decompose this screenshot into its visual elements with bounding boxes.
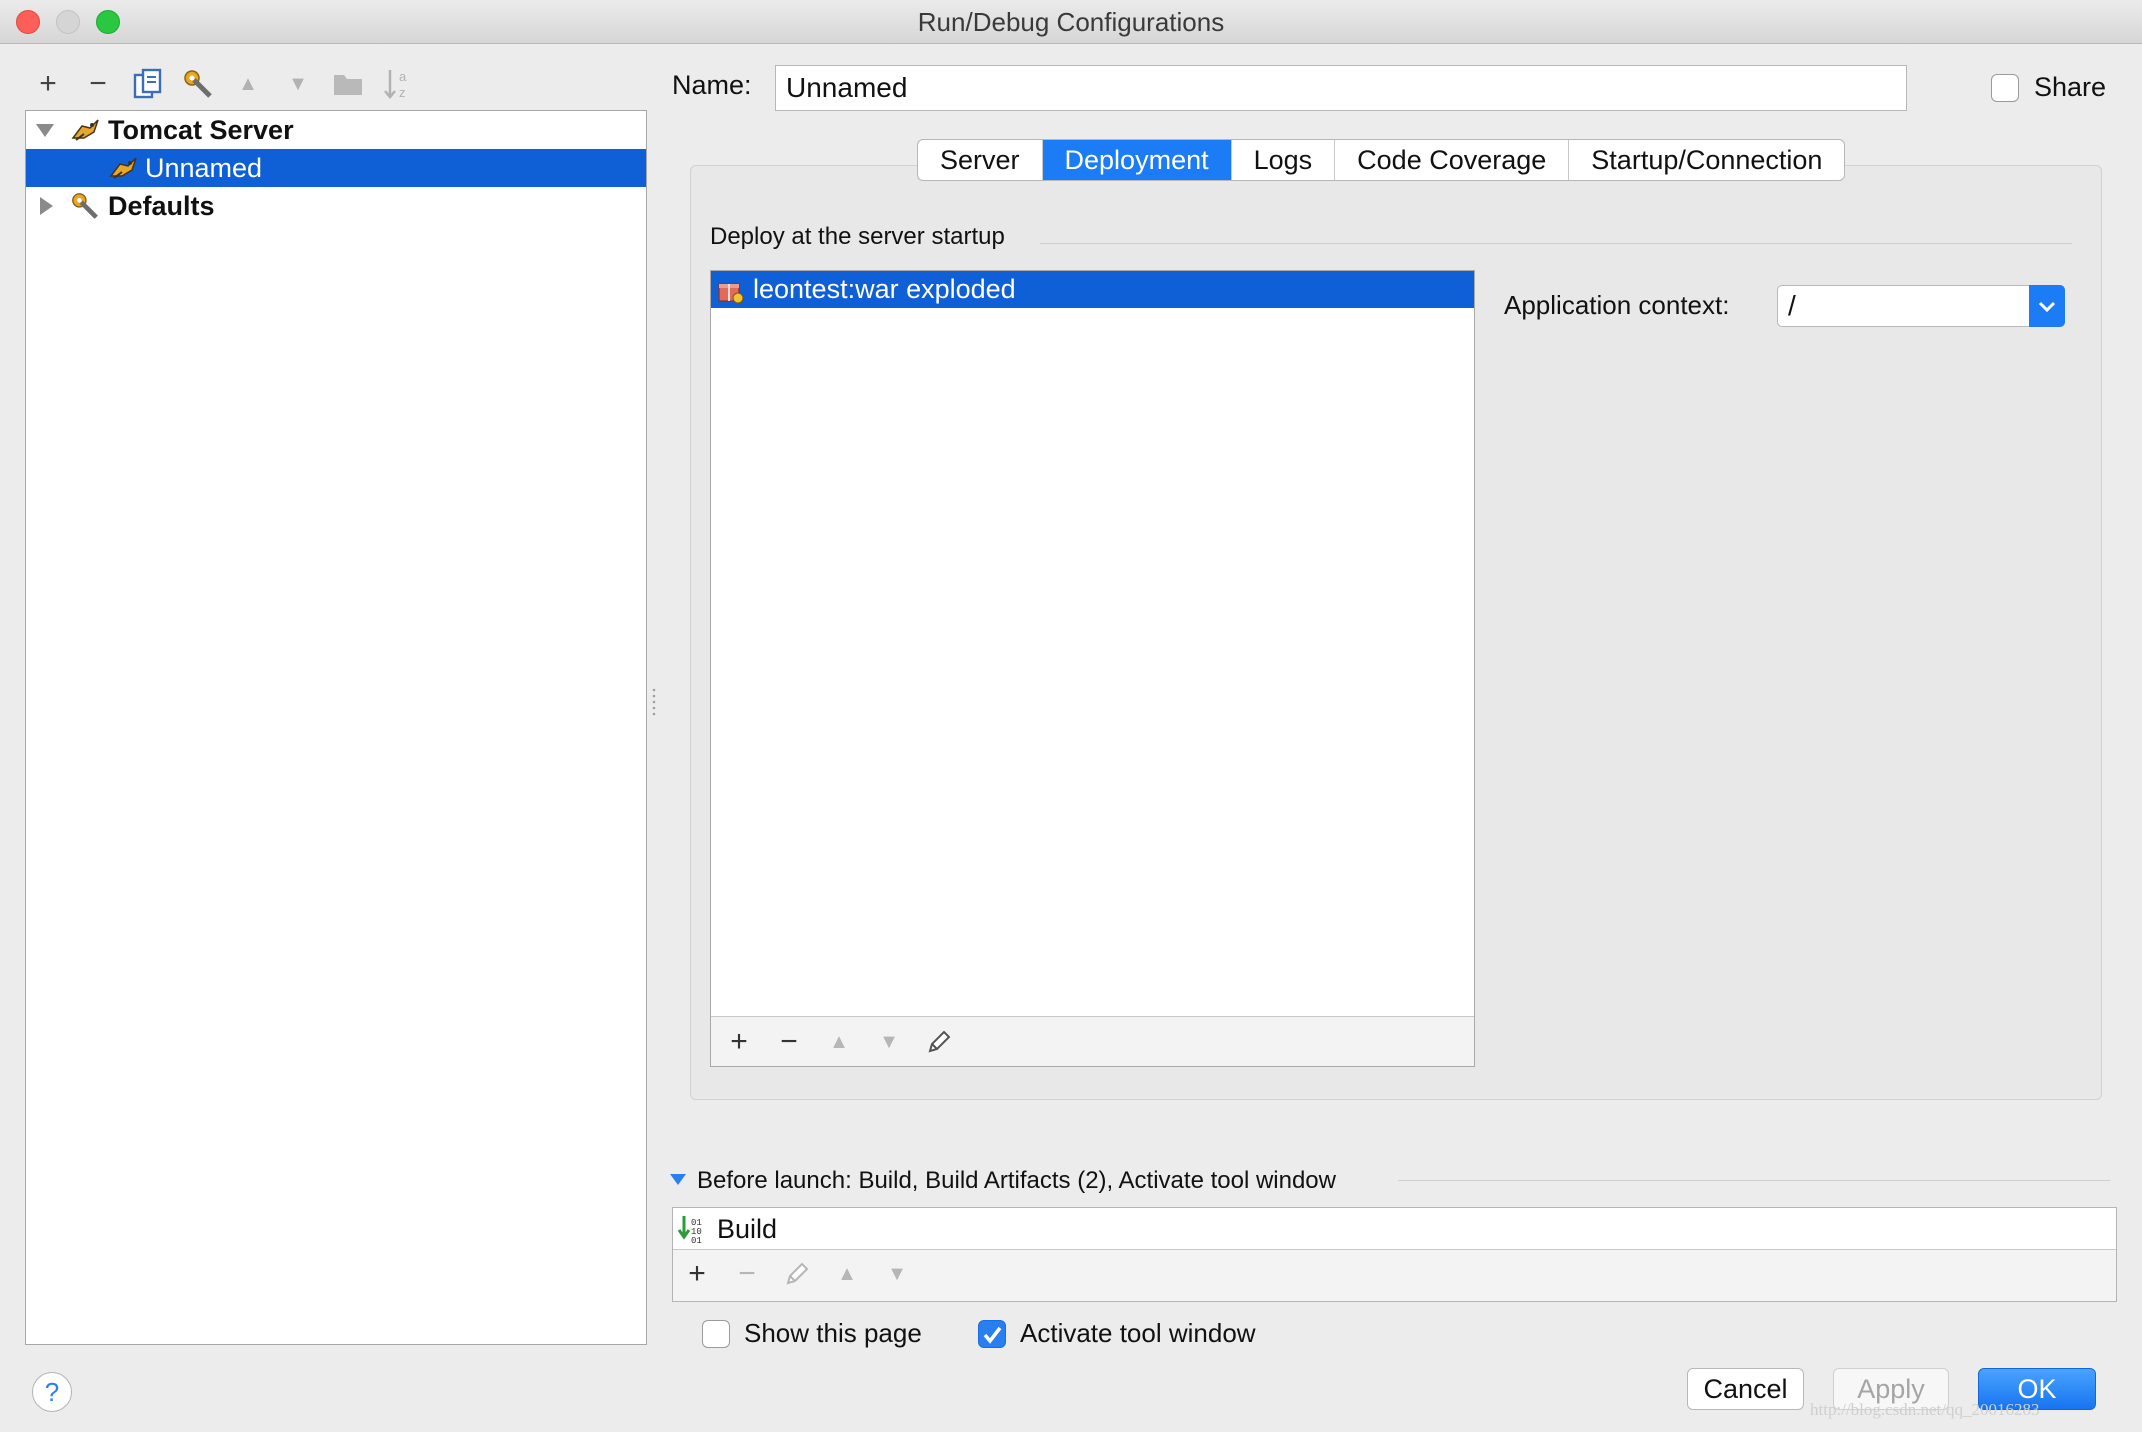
- remove-task-button[interactable]: −: [727, 1254, 767, 1294]
- section-divider: [1398, 1180, 2110, 1181]
- pencil-icon: [786, 1262, 809, 1285]
- arrow-up-icon: ▲: [829, 1030, 849, 1053]
- sort-button[interactable]: az: [378, 64, 418, 104]
- svg-text:01: 01: [691, 1236, 702, 1244]
- tab-deployment[interactable]: Deployment: [1042, 140, 1232, 180]
- tab-code-coverage[interactable]: Code Coverage: [1335, 140, 1570, 180]
- minus-icon: −: [738, 1257, 756, 1290]
- tree-item-defaults[interactable]: Defaults: [26, 187, 646, 225]
- before-launch-label: Before launch: Build, Build Artifacts (2…: [697, 1167, 1336, 1194]
- tree-item-label: Defaults: [108, 191, 215, 221]
- chevron-down-icon: [2038, 301, 2056, 313]
- svg-text:z: z: [399, 85, 406, 100]
- splitter-handle[interactable]: [650, 686, 658, 716]
- list-item[interactable]: 01 10 01 Build: [673, 1208, 2116, 1250]
- pencil-icon: [928, 1030, 951, 1053]
- edit-task-button[interactable]: [777, 1254, 817, 1294]
- edit-deployment-button[interactable]: [919, 1022, 959, 1062]
- tree-item-tomcat-server[interactable]: Tomcat Server: [26, 111, 646, 149]
- tomcat-icon: [108, 153, 138, 183]
- arrow-up-icon: ▲: [837, 1262, 857, 1285]
- application-context-label: Application context:: [1504, 290, 1730, 320]
- add-task-button[interactable]: +: [677, 1254, 717, 1294]
- minus-icon: −: [89, 67, 107, 100]
- minus-icon: −: [780, 1025, 798, 1058]
- svg-text:a: a: [399, 69, 407, 84]
- before-launch-collapse-icon[interactable]: [670, 1174, 686, 1185]
- tab-logs[interactable]: Logs: [1232, 140, 1336, 180]
- help-button[interactable]: ?: [32, 1372, 72, 1412]
- cancel-button[interactable]: Cancel: [1687, 1368, 1804, 1410]
- watermark: http://blog.csdn.net/qq_20016283: [1810, 1400, 2040, 1419]
- arrow-up-icon: ▲: [238, 72, 258, 95]
- show-this-page-label: Show this page: [744, 1318, 922, 1348]
- move-down-task-button[interactable]: ▼: [877, 1254, 917, 1294]
- list-item[interactable]: leontest:war exploded: [711, 271, 1474, 308]
- move-up-task-button[interactable]: ▲: [827, 1254, 867, 1294]
- copy-configuration-button[interactable]: [128, 64, 168, 104]
- tree-item-unnamed[interactable]: Unnamed: [26, 149, 646, 187]
- add-deployment-button[interactable]: +: [719, 1022, 759, 1062]
- artifact-icon: [715, 275, 745, 305]
- move-up-deployment-button[interactable]: ▲: [819, 1022, 859, 1062]
- move-down-button[interactable]: ▼: [278, 64, 318, 104]
- show-this-page-checkbox[interactable]: [702, 1320, 730, 1348]
- move-down-deployment-button[interactable]: ▼: [869, 1022, 909, 1062]
- tree-item-label: Unnamed: [145, 153, 263, 183]
- move-up-button[interactable]: ▲: [228, 64, 268, 104]
- arrow-down-icon: ▼: [879, 1030, 899, 1053]
- arrow-down-icon: ▼: [288, 72, 308, 95]
- folder-button[interactable]: [328, 64, 368, 104]
- activate-tool-window-label: Activate tool window: [1020, 1318, 1256, 1348]
- copy-icon: [133, 68, 162, 99]
- add-configuration-button[interactable]: +: [28, 64, 68, 104]
- title-bar: Run/Debug Configurations: [0, 0, 2142, 44]
- window-title: Run/Debug Configurations: [917, 7, 1225, 37]
- remove-deployment-button[interactable]: −: [769, 1022, 809, 1062]
- name-label: Name:: [672, 70, 752, 100]
- tab-startup-connection[interactable]: Startup/Connection: [1569, 140, 1844, 180]
- expand-arrow-icon[interactable]: [36, 124, 54, 137]
- remove-configuration-button[interactable]: −: [78, 64, 118, 104]
- edit-defaults-button[interactable]: [178, 64, 218, 104]
- application-context-combobox[interactable]: /: [1777, 285, 2065, 327]
- arrow-down-icon: ▼: [887, 1262, 907, 1285]
- deployment-list-toolbar: + − ▲ ▼: [711, 1016, 1474, 1066]
- build-icon: 01 10 01: [677, 1214, 707, 1244]
- before-launch-item-label: Build: [717, 1214, 778, 1244]
- tree-item-label: Tomcat Server: [108, 115, 294, 145]
- name-input[interactable]: Unnamed: [775, 65, 1907, 111]
- section-divider: [1040, 243, 2072, 244]
- share-label: Share: [2034, 72, 2107, 102]
- activate-tool-window-checkbox[interactable]: [978, 1320, 1006, 1348]
- tab-bar: Server Deployment Logs Code Coverage Sta…: [917, 139, 1846, 181]
- wrench-icon: [70, 191, 100, 221]
- before-launch-list[interactable]: 01 10 01 Build + − ▲ ▼: [672, 1207, 2117, 1302]
- tab-server[interactable]: Server: [918, 140, 1043, 180]
- deployment-list[interactable]: leontest:war exploded + − ▲ ▼: [710, 270, 1475, 1067]
- application-context-value: /: [1788, 290, 1796, 321]
- deployment-item-label: leontest:war exploded: [753, 274, 1016, 304]
- deploy-section-header: Deploy at the server startup: [710, 223, 1005, 250]
- checkmark-icon: [983, 1326, 1002, 1344]
- wrench-icon: [184, 70, 212, 98]
- tomcat-icon: [70, 115, 100, 145]
- dropdown-button[interactable]: [2029, 285, 2065, 327]
- plus-icon: +: [730, 1025, 748, 1058]
- configuration-tree[interactable]: Tomcat Server Unnamed Defaults: [25, 110, 647, 1345]
- sort-az-icon: az: [384, 69, 407, 100]
- collapse-arrow-icon[interactable]: [40, 197, 53, 215]
- share-checkbox[interactable]: [1991, 74, 2019, 102]
- folder-icon: [334, 75, 362, 95]
- plus-icon: +: [688, 1257, 706, 1290]
- plus-icon: +: [39, 67, 57, 100]
